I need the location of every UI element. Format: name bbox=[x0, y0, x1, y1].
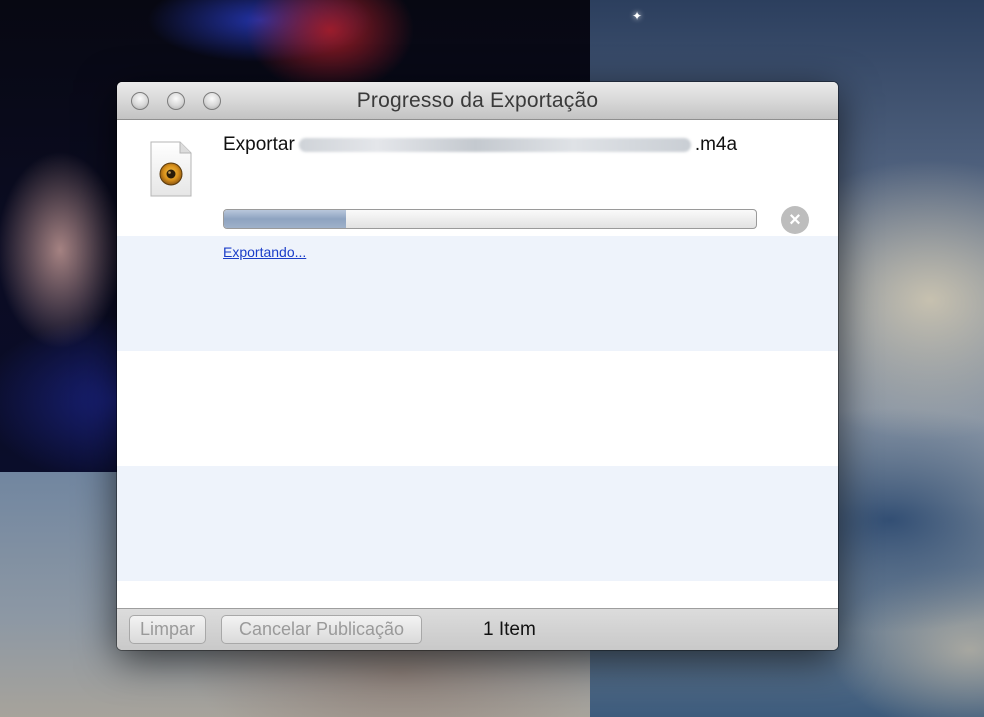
title-bar[interactable]: Progresso da Exportação bbox=[117, 82, 838, 120]
export-list: Exportar .m4a × Exportando... bbox=[117, 120, 838, 608]
bottom-toolbar: Limpar Cancelar Publicação 1 Item bbox=[117, 608, 838, 650]
clear-button[interactable]: Limpar bbox=[129, 615, 206, 644]
empty-list-row bbox=[117, 351, 838, 466]
export-progress-window: Progresso da Exportação Exportar .m4a × … bbox=[117, 82, 838, 650]
export-item-title: Exportar .m4a bbox=[223, 134, 737, 156]
cancel-publication-button[interactable]: Cancelar Publicação bbox=[221, 615, 422, 644]
export-progress-bar bbox=[223, 209, 757, 229]
export-item-title-suffix: .m4a bbox=[694, 134, 738, 155]
redacted-filename bbox=[298, 138, 691, 152]
export-status-link[interactable]: Exportando... bbox=[223, 244, 306, 260]
window-title: Progresso da Exportação bbox=[356, 89, 599, 112]
export-item-title-prefix: Exportar bbox=[223, 134, 295, 155]
export-progress-fill bbox=[224, 210, 347, 228]
star-glint: ✦ bbox=[632, 9, 643, 23]
export-item-row: Exportar .m4a × Exportando... bbox=[117, 120, 838, 260]
cancel-export-icon[interactable]: × bbox=[781, 206, 809, 234]
item-count-label: 1 Item bbox=[483, 619, 536, 640]
audio-file-icon bbox=[150, 141, 192, 197]
empty-list-row bbox=[117, 466, 838, 581]
